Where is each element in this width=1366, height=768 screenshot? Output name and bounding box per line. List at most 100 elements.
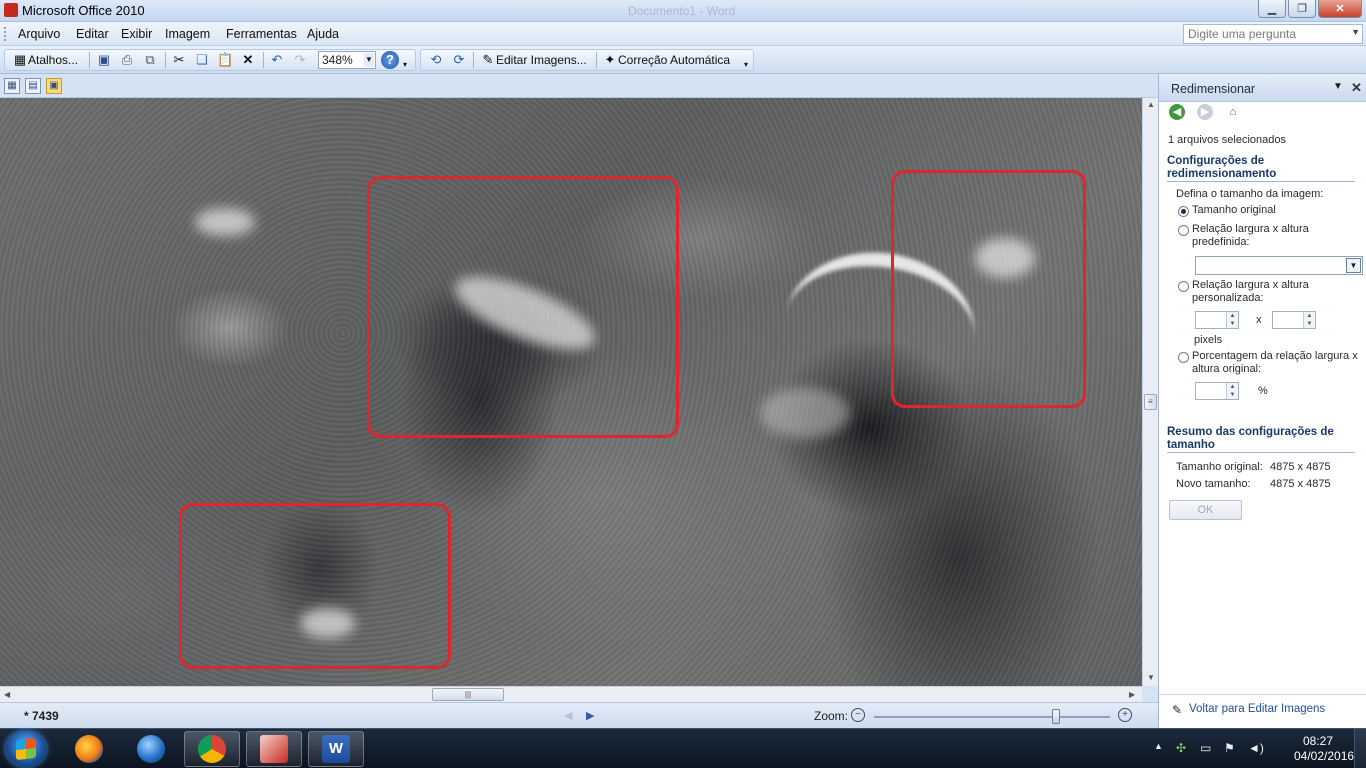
taskbar-firefox[interactable]	[61, 731, 117, 767]
ok-button[interactable]: OK	[1169, 500, 1242, 520]
custom-width-input[interactable]: ▲ ▼	[1195, 311, 1239, 329]
toolbar-separator	[89, 52, 90, 68]
scroll-down-icon[interactable]: ▼	[1147, 673, 1155, 682]
radio-original-size[interactable]	[1178, 206, 1189, 217]
next-image-icon[interactable]: ▶	[586, 709, 594, 722]
edit-images-button[interactable]: ✎ Editar Imagens...	[480, 52, 587, 68]
rotate-left-icon: ⟲	[430, 52, 442, 67]
scroll-right-icon[interactable]: ▶	[1129, 690, 1135, 699]
percentage-input[interactable]: ▲ ▼	[1195, 382, 1239, 400]
chrome-icon	[198, 735, 226, 763]
copy-icon: ❏	[196, 52, 208, 67]
option-custom-ratio-label[interactable]: Relação largura x altura personalizada:	[1192, 279, 1362, 305]
spin-arrows-icon[interactable]: ▲ ▼	[1226, 383, 1238, 399]
show-desktop-button[interactable]	[1354, 729, 1366, 768]
print-icon: ⎙	[121, 52, 133, 67]
custom-height-input[interactable]: ▲ ▼	[1272, 311, 1316, 329]
redo-icon: ↷	[294, 52, 306, 67]
shortcuts-icon: ▦	[13, 52, 27, 67]
menu-arquivo[interactable]: Arquivo	[18, 27, 60, 41]
previous-image-icon[interactable]: ◀	[564, 709, 572, 722]
autocorrect-button[interactable]: ✦ Correção Automática	[602, 52, 731, 68]
copy-button[interactable]: ❏	[194, 52, 210, 68]
taskbar-word[interactable]: W	[308, 731, 364, 767]
print-preview-icon: ⧉	[145, 52, 155, 67]
zoom-in-icon[interactable]: +	[1118, 708, 1132, 722]
help-icon[interactable]: ?	[381, 51, 399, 69]
autocorrect-label: Correção Automática	[618, 53, 731, 67]
zoom-select[interactable]: 348% ▼	[318, 51, 376, 69]
rotate-right-button[interactable]: ⟳	[451, 52, 467, 68]
menu-exibir[interactable]: Exibir	[121, 27, 152, 41]
single-image-view-button[interactable]: ▣	[46, 78, 62, 94]
forward-arrow-icon[interactable]: ▶	[1197, 104, 1213, 120]
red-highlight-box	[891, 170, 1086, 408]
volume-icon[interactable]: ◄)	[1248, 741, 1264, 755]
horizontal-scroll-thumb[interactable]: |||	[432, 688, 504, 701]
spin-arrows-icon[interactable]: ▲ ▼	[1226, 312, 1238, 328]
redo-button[interactable]: ↷	[292, 52, 308, 68]
filmstrip-view-button[interactable]: ▤	[25, 78, 41, 94]
image-canvas[interactable]	[0, 98, 1142, 686]
taskbar-office-picture-manager[interactable]	[246, 731, 302, 767]
horizontal-scrollbar[interactable]: ◀ ||| ▶	[0, 686, 1142, 702]
menu-imagem[interactable]: Imagem	[165, 27, 210, 41]
clock-time: 08:27	[1302, 734, 1334, 748]
chevron-down-icon[interactable]: ▼	[364, 53, 374, 67]
shortcuts-button[interactable]: ▦ Atalhos...	[12, 52, 78, 68]
cut-button[interactable]: ✂	[171, 52, 187, 68]
vertical-scroll-thumb[interactable]: ≡	[1144, 394, 1157, 410]
option-original-size-label[interactable]: Tamanho original	[1192, 204, 1276, 216]
ask-question-box[interactable]: Digite uma pergunta ▼	[1183, 24, 1363, 44]
thumbnail-view-button[interactable]: ▦	[4, 78, 20, 94]
paste-button[interactable]: 📋	[217, 52, 233, 68]
predefined-ratio-select[interactable]: ▼	[1195, 256, 1363, 275]
maximize-button[interactable]: ❐	[1288, 0, 1316, 18]
scroll-left-icon[interactable]: ◀	[4, 690, 10, 699]
toolbar-options-chevron[interactable]: ▾	[403, 56, 407, 72]
option-percentage-label[interactable]: Porcentagem da relação largura x altura …	[1192, 350, 1364, 376]
print-button[interactable]: ⎙	[119, 52, 135, 68]
home-icon[interactable]: ⌂	[1225, 104, 1241, 120]
delete-button[interactable]: ✕	[240, 52, 256, 68]
radio-custom-ratio[interactable]	[1178, 281, 1189, 292]
chevron-down-icon[interactable]: ▼	[1351, 27, 1360, 37]
back-arrow-icon[interactable]: ◀	[1169, 104, 1185, 120]
menu-editar[interactable]: Editar	[76, 27, 109, 41]
chevron-down-icon[interactable]: ▼	[1346, 258, 1361, 273]
original-size-value: 4875 x 4875	[1270, 461, 1331, 473]
option-predefined-ratio-label[interactable]: Relação largura x altura predefinida:	[1192, 223, 1362, 249]
thumbnail-grid-icon: ▦	[7, 80, 17, 91]
radio-percentage[interactable]	[1178, 352, 1189, 363]
back-to-edit-images-link[interactable]: Voltar para Editar Imagens	[1189, 703, 1325, 715]
toolbar-options-chevron[interactable]: ▾	[744, 56, 748, 72]
close-icon[interactable]: ✕	[1351, 80, 1362, 96]
rotate-left-button[interactable]: ⟲	[428, 52, 444, 68]
chevron-down-icon[interactable]: ▼	[1333, 81, 1343, 92]
print-preview-button[interactable]: ⧉	[142, 52, 158, 68]
zoom-slider[interactable]	[874, 709, 1110, 724]
zoom-slider-knob[interactable]	[1051, 709, 1060, 724]
vertical-scrollbar[interactable]: ▲ ≡ ▼	[1142, 98, 1158, 686]
scroll-up-icon[interactable]: ▲	[1147, 100, 1155, 109]
shortcuts-label: Atalhos...	[28, 53, 79, 67]
close-button[interactable]: ✕	[1318, 0, 1362, 18]
filmstrip-icon: ▤	[28, 80, 38, 91]
undo-button[interactable]: ↶	[269, 52, 285, 68]
network-devices-icon[interactable]: ✣	[1176, 741, 1186, 755]
action-center-flag-icon[interactable]: ⚑	[1224, 741, 1235, 755]
taskbar-chrome[interactable]	[184, 731, 240, 767]
radio-predefined-ratio[interactable]	[1178, 225, 1189, 236]
spin-arrows-icon[interactable]: ▲ ▼	[1303, 312, 1315, 328]
zoom-label: Zoom:	[814, 709, 849, 723]
minimize-button[interactable]: ▁	[1258, 0, 1286, 18]
menu-ferramentas[interactable]: Ferramentas	[226, 27, 297, 41]
system-clock[interactable]: 08:27 04/02/2016	[1294, 734, 1354, 764]
start-button[interactable]	[6, 731, 46, 767]
display-icon[interactable]: ▭	[1200, 741, 1211, 755]
save-button[interactable]: ▣	[96, 52, 112, 68]
zoom-out-icon[interactable]: −	[851, 708, 865, 722]
taskbar-google-earth[interactable]	[123, 731, 179, 767]
menu-ajuda[interactable]: Ajuda	[307, 27, 339, 41]
show-hidden-icons-icon[interactable]: ▲	[1154, 741, 1163, 751]
